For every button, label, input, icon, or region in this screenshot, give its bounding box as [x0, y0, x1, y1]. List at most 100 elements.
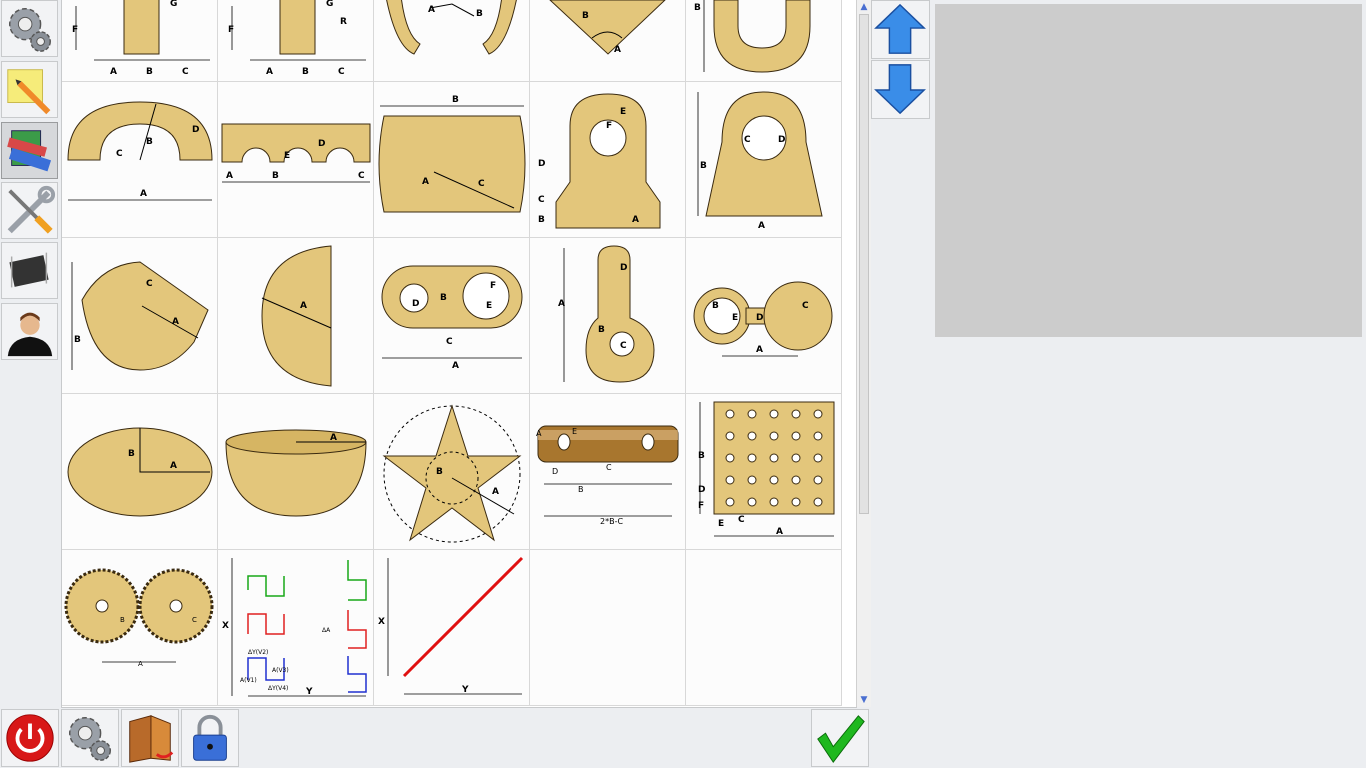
- shape-slotted-link[interactable]: D B F E C A: [374, 238, 530, 394]
- shape-half-disc[interactable]: A: [218, 238, 374, 394]
- dim-label: C: [446, 337, 453, 347]
- tools-wrench-screwdriver-icon: [7, 185, 56, 234]
- grid-scrollbar[interactable]: ▲ ▼: [856, 0, 871, 707]
- shape-lug-tapered[interactable]: F E D C B A: [530, 82, 686, 238]
- plate-hole: [791, 409, 801, 419]
- dim-label: A: [492, 487, 499, 497]
- settings-gears-icon: [8, 7, 51, 52]
- scroll-up-arrow-icon[interactable]: ▲: [857, 0, 871, 14]
- dim-label: C: [338, 67, 345, 77]
- plate-hole: [769, 475, 779, 485]
- shape-tube-holes[interactable]: A E D C B 2*B-C: [530, 394, 686, 550]
- shape-star[interactable]: B A: [374, 394, 530, 550]
- dim-label: A: [614, 45, 621, 55]
- dim-label: A: [300, 301, 307, 311]
- shape-circle-cut[interactable]: C A B: [62, 238, 218, 394]
- dim-label: A: [422, 177, 429, 187]
- dim-label: B: [700, 161, 707, 171]
- shape-ellipse[interactable]: B A: [62, 394, 218, 550]
- settings-button[interactable]: [1, 0, 58, 57]
- page-down-button[interactable]: [871, 60, 930, 119]
- dim-label: B: [128, 449, 135, 459]
- confirm-button[interactable]: [811, 709, 869, 767]
- scroll-thumb[interactable]: [859, 14, 869, 514]
- exit-library-button[interactable]: [121, 709, 179, 767]
- dim-label: B: [582, 11, 589, 21]
- plate-hole: [769, 497, 779, 507]
- shape-sector[interactable]: B A: [530, 0, 686, 82]
- dim-label: C: [538, 195, 545, 205]
- dim-label: D: [698, 485, 705, 495]
- dim-label: B: [74, 335, 81, 345]
- shape-step-profiles[interactable]: X ΔY(V2) A(V1) A(V3) ΔY(V4) ΔA Y: [218, 550, 374, 706]
- dim-label: B: [712, 301, 719, 311]
- dim-label: A: [330, 433, 337, 443]
- plate-hole: [791, 453, 801, 463]
- dim-label: C: [738, 515, 745, 525]
- tools-button[interactable]: [1, 182, 58, 239]
- dim-label: B: [436, 467, 443, 477]
- dim-label: ΔY(V2): [248, 649, 268, 656]
- dim-label: B: [538, 215, 545, 225]
- dim-label: ΔA: [322, 627, 331, 634]
- plate-hole: [725, 453, 735, 463]
- dim-label: F: [72, 25, 78, 35]
- dim-label: F: [228, 25, 234, 35]
- user-button[interactable]: [1, 303, 58, 360]
- shape-barrel-plate[interactable]: B A C: [374, 82, 530, 238]
- shape-t-profile[interactable]: F A B C G: [62, 0, 218, 82]
- dim-label: E: [732, 313, 738, 323]
- shape-u-profile[interactable]: B: [686, 0, 842, 82]
- shape-diagonal-line[interactable]: X Y: [374, 550, 530, 706]
- machine-settings-button[interactable]: [61, 709, 119, 767]
- shape-lug-trapezoid[interactable]: C D B A: [686, 82, 842, 238]
- dim-label: A: [632, 215, 639, 225]
- dim-label: R: [340, 17, 347, 27]
- notes-button[interactable]: [1, 61, 58, 118]
- plate-hole: [769, 431, 779, 441]
- shape-hemisphere[interactable]: A: [218, 394, 374, 550]
- power-button[interactable]: [1, 709, 59, 767]
- dim-label: B: [476, 9, 483, 19]
- shape-hole-array-plate[interactable]: B D F E C A: [686, 394, 842, 550]
- dim-label: B: [302, 67, 309, 77]
- dim-label: A: [536, 429, 542, 438]
- shape-preview-panel: [935, 4, 1362, 337]
- dim-label: B: [578, 485, 584, 494]
- shape-dumbbell-link[interactable]: B E D C A: [686, 238, 842, 394]
- plate-hole: [725, 409, 735, 419]
- empty-slot: [686, 550, 842, 706]
- dim-label: C: [606, 463, 612, 472]
- lock-button[interactable]: [181, 709, 239, 767]
- shape-half-ring[interactable]: D B C A: [62, 82, 218, 238]
- dim-label: A: [776, 527, 783, 537]
- plate-hole: [813, 409, 823, 419]
- page-up-button[interactable]: [871, 0, 930, 59]
- dim-label: C: [146, 279, 153, 289]
- plate-hole: [813, 453, 823, 463]
- lock-icon: [193, 714, 227, 761]
- shape-arc-ring[interactable]: A B: [374, 0, 530, 82]
- plate-hole: [725, 475, 735, 485]
- dim-label: Y: [305, 687, 313, 697]
- dim-label: G: [326, 0, 333, 9]
- shape-library-grid: F A B C G F A B C G R A B B A B D B C A …: [61, 0, 857, 708]
- plate-hole: [813, 497, 823, 507]
- shape-bar-semicircle-cuts[interactable]: D E A B C: [218, 82, 374, 238]
- shape-keyhole-link[interactable]: D A B C: [530, 238, 686, 394]
- dim-label: E: [572, 427, 577, 436]
- scroll-down-arrow-icon[interactable]: ▼: [857, 693, 871, 707]
- plate-hole: [769, 453, 779, 463]
- shape-gear-pair[interactable]: B C A: [62, 550, 218, 706]
- dim-label: E: [284, 151, 290, 161]
- shape-t-profile-radius[interactable]: F A B C G R: [218, 0, 374, 82]
- dim-label: C: [358, 171, 365, 181]
- hardware-button[interactable]: [1, 242, 58, 299]
- plate-hole: [791, 475, 801, 485]
- library-button[interactable]: [1, 122, 58, 179]
- dim-label: B: [698, 451, 705, 461]
- dim-label: C: [182, 67, 189, 77]
- dim-label: B: [598, 325, 605, 335]
- dim-label: D: [192, 125, 199, 135]
- dim-label: F: [698, 501, 704, 511]
